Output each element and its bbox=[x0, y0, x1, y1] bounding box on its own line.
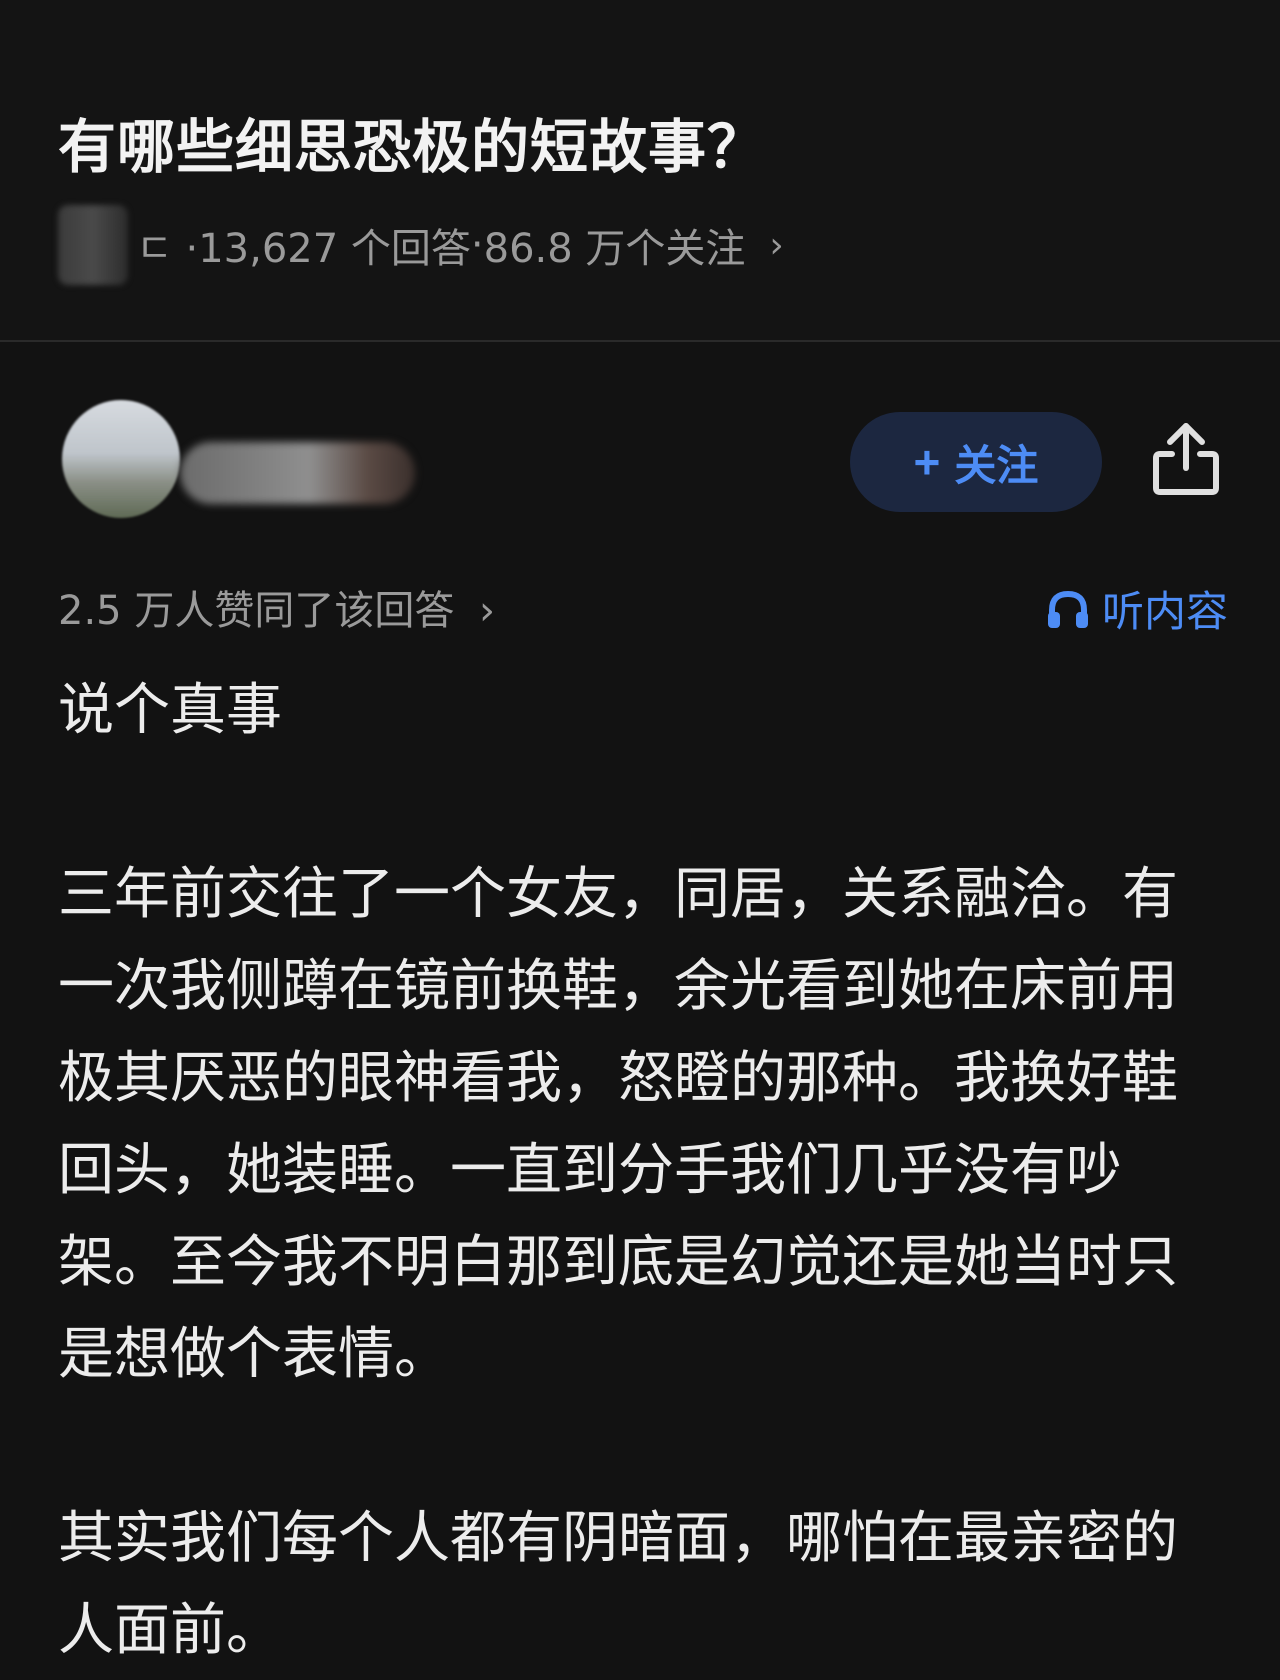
votes-text: 2.5 万人赞同了该回答 bbox=[58, 588, 455, 634]
plus-icon: + bbox=[913, 436, 941, 488]
headphones-icon bbox=[1047, 590, 1088, 628]
share-icon[interactable] bbox=[1150, 418, 1222, 498]
paragraph: 其实我们每个人都有阴暗面，哪怕在最亲密的人面前。 bbox=[58, 1506, 1178, 1663]
chevron-right-icon: › bbox=[479, 588, 496, 634]
listen-label: 听内容 bbox=[1101, 587, 1228, 636]
follow-button[interactable]: + 关注 bbox=[850, 412, 1102, 512]
answer-content: 说个真事 三年前交往了一个女友，同居，关系融洽。有一次我侧蹲在镜前换鞋，余光看到… bbox=[58, 665, 1228, 1677]
listen-button[interactable]: 听内容 bbox=[1046, 578, 1228, 639]
paragraph: 说个真事 bbox=[58, 678, 282, 743]
blurred-topic-tag bbox=[58, 205, 128, 285]
answer-stats-row: 2.5 万人赞同了该回答 › 听内容 bbox=[58, 570, 1228, 640]
divider bbox=[0, 340, 1280, 342]
question-title[interactable]: 有哪些细思恐极的短故事？ bbox=[58, 100, 1218, 184]
follower-count: 86.8 万个关注 bbox=[483, 226, 746, 272]
author-name-blurred[interactable] bbox=[180, 442, 415, 504]
answer-count: 13,627 个回答 bbox=[198, 226, 471, 272]
author-row: + 关注 bbox=[0, 390, 1280, 540]
meta-separator: · bbox=[470, 222, 484, 268]
question-header[interactable]: 有哪些细思恐极的短故事？ ㄷ · 13,627 个回答 · 86.8 万个关注 … bbox=[0, 0, 1280, 340]
vote-summary[interactable]: 2.5 万人赞同了该回答 › bbox=[58, 578, 495, 636]
paragraph: 三年前交往了一个女友，同居，关系融洽。有一次我侧蹲在镜前换鞋，余光看到她在床前用… bbox=[58, 862, 1178, 1387]
chevron-right-icon[interactable]: › bbox=[769, 225, 783, 266]
question-meta[interactable]: ㄷ · 13,627 个回答 · 86.8 万个关注 › bbox=[58, 205, 784, 285]
follow-label: 关注 bbox=[954, 441, 1039, 489]
meta-prefix: ㄷ · bbox=[136, 226, 199, 272]
avatar[interactable] bbox=[62, 400, 180, 518]
